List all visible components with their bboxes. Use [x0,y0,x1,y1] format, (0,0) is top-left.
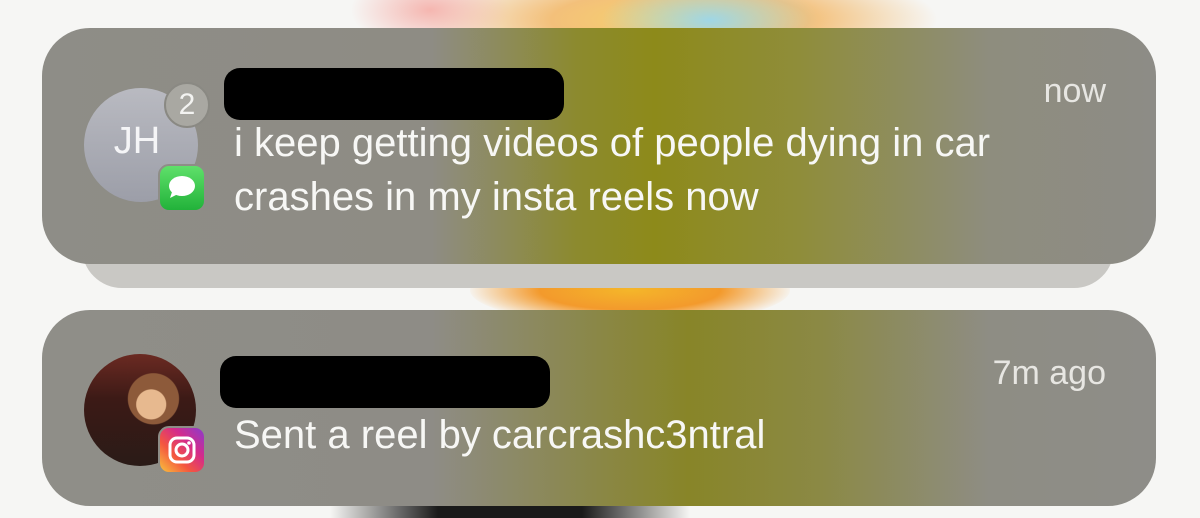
message-notification[interactable]: JH 2 now i keep getting videos of people… [42,28,1156,264]
notification-body: Sent a reel by carcrashc3ntral [234,413,766,457]
instagram-icon [158,426,206,474]
wallpaper-dark-strip [330,506,690,518]
redacted-sender-name [220,356,550,408]
avatar-initials: JH [113,119,161,162]
instagram-camera-icon [168,436,196,464]
messages-bubble-icon [169,176,195,198]
notification-time: now [1043,72,1106,110]
instagram-notification[interactable]: 7m ago Sent a reel by carcrashc3ntral [42,310,1156,506]
notification-time: 7m ago [992,354,1106,392]
redacted-sender-name [224,68,564,120]
notification-body: i keep getting videos of people dying in… [234,121,991,219]
message-count-badge: 2 [164,82,210,128]
messages-icon [158,164,206,212]
